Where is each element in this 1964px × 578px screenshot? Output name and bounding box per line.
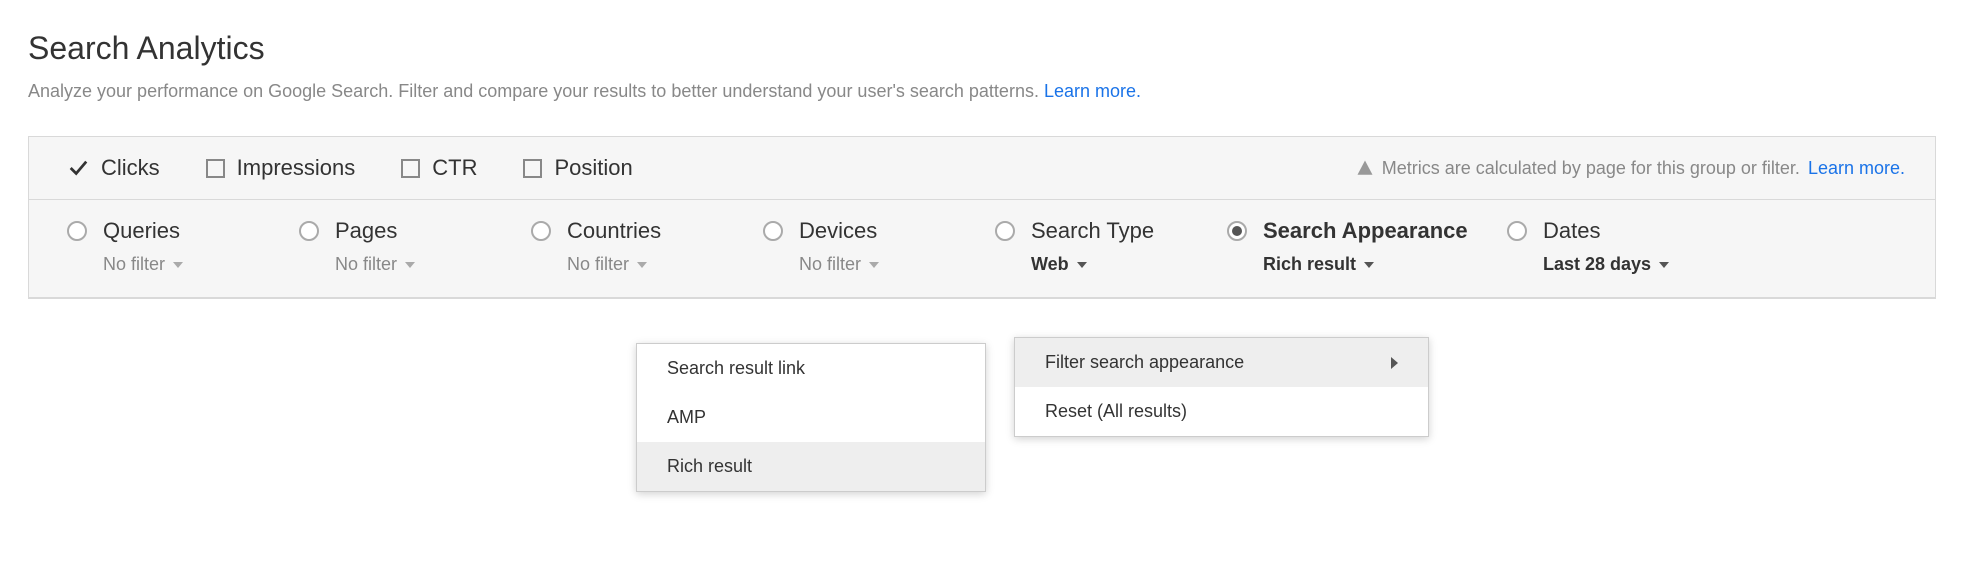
page-title: Search Analytics (28, 30, 1936, 67)
dimension-filter-label: Rich result (1263, 254, 1356, 275)
warning-icon (1356, 159, 1374, 177)
dimension-filter-dropdown[interactable]: No filter (567, 254, 661, 275)
radio-icon[interactable] (763, 221, 783, 241)
dimension-pages: Pages No filter (299, 218, 531, 275)
metric-position[interactable]: Position (523, 155, 632, 181)
chevron-down-icon (405, 262, 415, 268)
menu-item-label: AMP (667, 407, 706, 428)
learn-more-link[interactable]: Learn more. (1044, 81, 1141, 101)
chevron-down-icon (1077, 262, 1087, 268)
menu-item-filter-search-appearance[interactable]: Filter search appearance (1015, 338, 1428, 387)
metric-label: Position (554, 155, 632, 181)
submenu-item-search-result-link[interactable]: Search result link (637, 344, 985, 393)
metrics-list: Clicks Impressions CTR Position (67, 155, 633, 181)
checkbox-icon (401, 159, 420, 178)
radio-icon[interactable] (1507, 221, 1527, 241)
menu-item-label: Rich result (667, 456, 752, 477)
radio-icon[interactable] (299, 221, 319, 241)
dimension-search-appearance: Search Appearance Rich result (1227, 218, 1507, 275)
dimension-filter-label: No filter (103, 254, 165, 275)
dimension-dates: Dates Last 28 days (1507, 218, 1739, 275)
checkbox-icon (206, 159, 225, 178)
dimension-filter-label: Web (1031, 254, 1069, 275)
dimension-title[interactable]: Search Appearance (1263, 218, 1468, 244)
check-icon (67, 157, 89, 179)
chevron-right-icon (1391, 357, 1398, 369)
menu-item-label: Reset (All results) (1045, 401, 1187, 422)
search-appearance-menu: Filter search appearance Reset (All resu… (1014, 337, 1429, 437)
metric-label: Clicks (101, 155, 160, 181)
chevron-down-icon (173, 262, 183, 268)
radio-icon[interactable] (531, 221, 551, 241)
page-subtitle: Analyze your performance on Google Searc… (28, 81, 1936, 102)
dimensions-row: Queries No filter Pages No filter Countr… (29, 200, 1935, 298)
subtitle-text: Analyze your performance on Google Searc… (28, 81, 1044, 101)
dimension-filter-dropdown[interactable]: Rich result (1263, 254, 1468, 275)
metric-label: CTR (432, 155, 477, 181)
dimension-filter-label: Last 28 days (1543, 254, 1651, 275)
checkbox-icon (523, 159, 542, 178)
metrics-note: Metrics are calculated by page for this … (1356, 158, 1905, 179)
dimension-filter-dropdown[interactable]: Web (1031, 254, 1154, 275)
metrics-row: Clicks Impressions CTR Position Metrics … (29, 137, 1935, 200)
dimension-devices: Devices No filter (763, 218, 995, 275)
dimension-title[interactable]: Queries (103, 218, 183, 244)
dimension-filter-label: No filter (335, 254, 397, 275)
dimension-title[interactable]: Devices (799, 218, 879, 244)
dimension-title[interactable]: Pages (335, 218, 415, 244)
dimension-filter-dropdown[interactable]: Last 28 days (1543, 254, 1669, 275)
submenu-item-amp[interactable]: AMP (637, 393, 985, 442)
dimension-search-type: Search Type Web (995, 218, 1227, 275)
dimension-countries: Countries No filter (531, 218, 763, 275)
dimension-title[interactable]: Search Type (1031, 218, 1154, 244)
menu-item-label: Filter search appearance (1045, 352, 1244, 373)
menu-item-label: Search result link (667, 358, 805, 379)
chevron-down-icon (637, 262, 647, 268)
chevron-down-icon (1659, 262, 1669, 268)
search-appearance-submenu: Search result link AMP Rich result (636, 343, 986, 492)
dimension-filter-label: No filter (567, 254, 629, 275)
dimension-filter-dropdown[interactable]: No filter (335, 254, 415, 275)
chevron-down-icon (1364, 262, 1374, 268)
chevron-down-icon (869, 262, 879, 268)
metric-impressions[interactable]: Impressions (206, 155, 356, 181)
submenu-item-rich-result[interactable]: Rich result (637, 442, 985, 491)
dimension-title[interactable]: Countries (567, 218, 661, 244)
dimension-filter-label: No filter (799, 254, 861, 275)
analytics-panel: Clicks Impressions CTR Position Metrics … (28, 136, 1936, 299)
dimension-filter-dropdown[interactable]: No filter (799, 254, 879, 275)
menu-item-reset-all-results[interactable]: Reset (All results) (1015, 387, 1428, 436)
radio-icon[interactable] (995, 221, 1015, 241)
metric-label: Impressions (237, 155, 356, 181)
metric-ctr[interactable]: CTR (401, 155, 477, 181)
radio-icon[interactable] (1227, 221, 1247, 241)
dimension-filter-dropdown[interactable]: No filter (103, 254, 183, 275)
dimension-title[interactable]: Dates (1543, 218, 1669, 244)
metric-clicks[interactable]: Clicks (67, 155, 160, 181)
dimension-queries: Queries No filter (67, 218, 299, 275)
radio-icon[interactable] (67, 221, 87, 241)
metrics-note-text: Metrics are calculated by page for this … (1382, 158, 1800, 179)
metrics-learn-more-link[interactable]: Learn more. (1808, 158, 1905, 179)
